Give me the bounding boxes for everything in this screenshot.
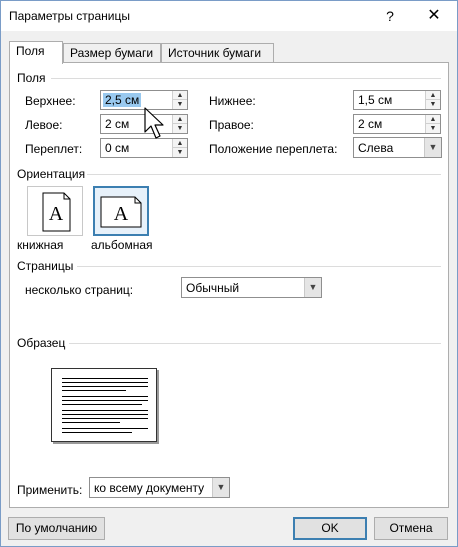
spin-up-icon[interactable]: ▲ (173, 91, 187, 100)
set-default-button[interactable]: По умолчанию (8, 517, 105, 540)
preview-text-line (62, 422, 120, 423)
preview-text-line (62, 386, 148, 387)
preview-text-line (62, 418, 148, 419)
preview-text-line (62, 410, 148, 411)
left-margin-label: Левое: (25, 118, 63, 132)
preview-text-line (62, 404, 142, 405)
section-divider (69, 343, 441, 344)
bottom-margin-label: Нижнее: (209, 94, 256, 108)
right-margin-spinner[interactable]: 2 см ▲ ▼ (353, 114, 441, 134)
tab-paper-size[interactable]: Размер бумаги (63, 43, 161, 63)
chevron-down-icon[interactable]: ▼ (304, 278, 321, 297)
multiple-pages-label: несколько страниц: (25, 283, 134, 297)
chevron-down-icon[interactable]: ▼ (212, 478, 229, 497)
left-margin-value[interactable]: 2 см (103, 117, 131, 131)
spin-up-icon[interactable]: ▲ (426, 115, 440, 124)
multiple-pages-value: Обычный (186, 281, 240, 295)
landscape-option[interactable]: A (93, 186, 149, 236)
spin-up-icon[interactable]: ▲ (173, 139, 187, 148)
gutter-position-value: Слева (358, 141, 394, 155)
tab-margins[interactable]: Поля (9, 41, 63, 64)
right-margin-label: Правое: (209, 118, 254, 132)
orientation-section-title: Ориентация (17, 167, 86, 181)
gutter-spinner[interactable]: 0 см ▲ ▼ (100, 138, 188, 158)
spin-down-icon[interactable]: ▼ (426, 100, 440, 109)
bottom-margin-value[interactable]: 1,5 см (356, 93, 394, 107)
page-preview (51, 368, 157, 442)
svg-text:A: A (49, 203, 64, 225)
right-margin-value[interactable]: 2 см (356, 117, 384, 131)
spin-up-icon[interactable]: ▲ (173, 115, 187, 124)
svg-text:A: A (114, 203, 129, 225)
preview-text-line (62, 432, 132, 433)
bottom-margin-spinner[interactable]: 1,5 см ▲ ▼ (353, 90, 441, 110)
spin-down-icon[interactable]: ▼ (173, 100, 187, 109)
portrait-page-icon: A (42, 192, 71, 232)
preview-section-title: Образец (17, 336, 66, 350)
ok-button[interactable]: OK (293, 517, 367, 540)
gutter-value[interactable]: 0 см (103, 141, 131, 155)
spin-up-icon[interactable]: ▲ (426, 91, 440, 100)
preview-text-line (62, 382, 148, 383)
section-divider (87, 174, 441, 175)
chevron-down-icon[interactable]: ▼ (424, 138, 441, 157)
gutter-position-label: Положение переплета: (209, 142, 338, 156)
apply-to-label: Применить: (17, 483, 83, 497)
spin-down-icon[interactable]: ▼ (173, 124, 187, 133)
apply-to-select[interactable]: ко всему документу ▼ (89, 477, 230, 498)
preview-text-line (62, 414, 148, 415)
multiple-pages-select[interactable]: Обычный ▼ (181, 277, 322, 298)
spin-down-icon[interactable]: ▼ (173, 148, 187, 157)
help-button[interactable]: ? (375, 5, 405, 27)
window-title: Параметры страницы (9, 9, 130, 23)
spin-down-icon[interactable]: ▼ (426, 124, 440, 133)
pages-section-title: Страницы (17, 259, 74, 273)
title-bar: Параметры страницы ? ✕ (1, 1, 457, 31)
preview-text-line (62, 378, 148, 379)
top-margin-value[interactable]: 2,5 см (103, 93, 142, 107)
portrait-label[interactable]: книжная (17, 238, 63, 252)
preview-text-line (62, 428, 148, 429)
landscape-page-icon: A (100, 196, 142, 228)
cancel-button[interactable]: Отмена (374, 517, 448, 540)
landscape-label[interactable]: альбомная (91, 238, 153, 252)
gutter-position-select[interactable]: Слева ▼ (353, 137, 442, 158)
preview-text-line (62, 396, 148, 397)
gutter-label: Переплет: (25, 142, 83, 156)
top-margin-label: Верхнее: (25, 94, 76, 108)
preview-text-line (62, 390, 126, 391)
preview-text-line (62, 400, 148, 401)
section-divider (77, 266, 441, 267)
section-divider (51, 78, 441, 79)
mouse-cursor-icon (144, 107, 164, 139)
close-button[interactable]: ✕ (419, 5, 449, 27)
page-setup-dialog: Параметры страницы ? ✕ Поля Размер бумаг… (0, 0, 458, 547)
margins-section-title: Поля (17, 71, 46, 85)
tab-paper-source[interactable]: Источник бумаги (161, 43, 274, 63)
portrait-option[interactable]: A (27, 186, 83, 236)
apply-to-value: ко всему документу (94, 481, 205, 495)
